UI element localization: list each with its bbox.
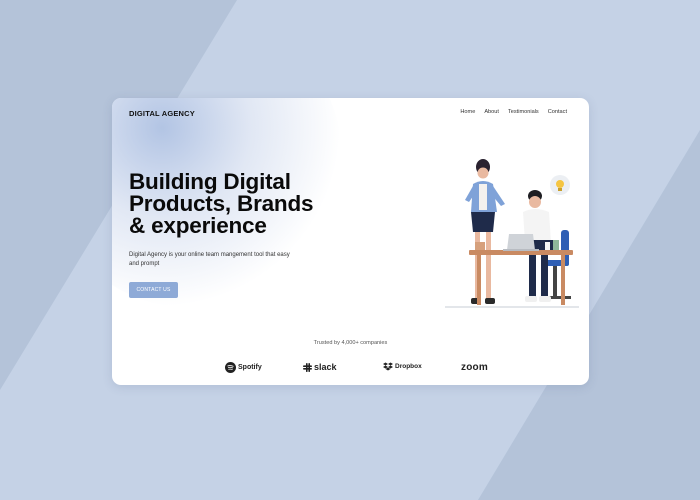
brand-spotify: Spotify (225, 362, 262, 373)
nav-testimonials[interactable]: Testimonials (508, 109, 539, 115)
nav-contact[interactable]: Contact (548, 109, 567, 115)
top-nav: Home About Testimonials Contact (460, 109, 567, 115)
nav-about[interactable]: About (484, 109, 499, 115)
brand-name-spotify: Spotify (238, 364, 262, 371)
brand-name-dropbox: Dropbox (395, 363, 422, 370)
trusted-by-text: Trusted by 4,000+ companies (313, 340, 388, 346)
spotify-icon (225, 362, 236, 373)
nav-home[interactable]: Home (460, 109, 475, 115)
team-at-desk-icon (445, 159, 579, 308)
hero-title: Building Digital Products, Brands & expe… (129, 169, 314, 238)
lightbulb-icon (550, 175, 570, 195)
landing-page-card: DIGITAL AGENCY Home About Testimonials C… (112, 98, 589, 385)
hero-subtitle: Digital Agency is your online team mange… (129, 252, 290, 267)
brand-dropbox: Dropbox (383, 362, 422, 371)
slack-icon (303, 362, 312, 372)
brand-name-slack: slack (314, 362, 337, 372)
brand-logos: Spotify slack Dropbox zoom (225, 362, 495, 376)
contact-us-button[interactable]: CONTACT US (129, 282, 178, 298)
brand-zoom: zoom (461, 362, 488, 373)
hero-title-line-2: Products, Brands (129, 191, 314, 216)
brand-name-zoom: zoom (461, 362, 488, 373)
hero-title-line-3: & experience (129, 213, 267, 238)
dropbox-icon (383, 362, 393, 371)
hero-title-line-1: Building Digital (129, 169, 291, 194)
logo[interactable]: DIGITAL AGENCY (129, 109, 195, 118)
brand-slack: slack (303, 362, 337, 372)
